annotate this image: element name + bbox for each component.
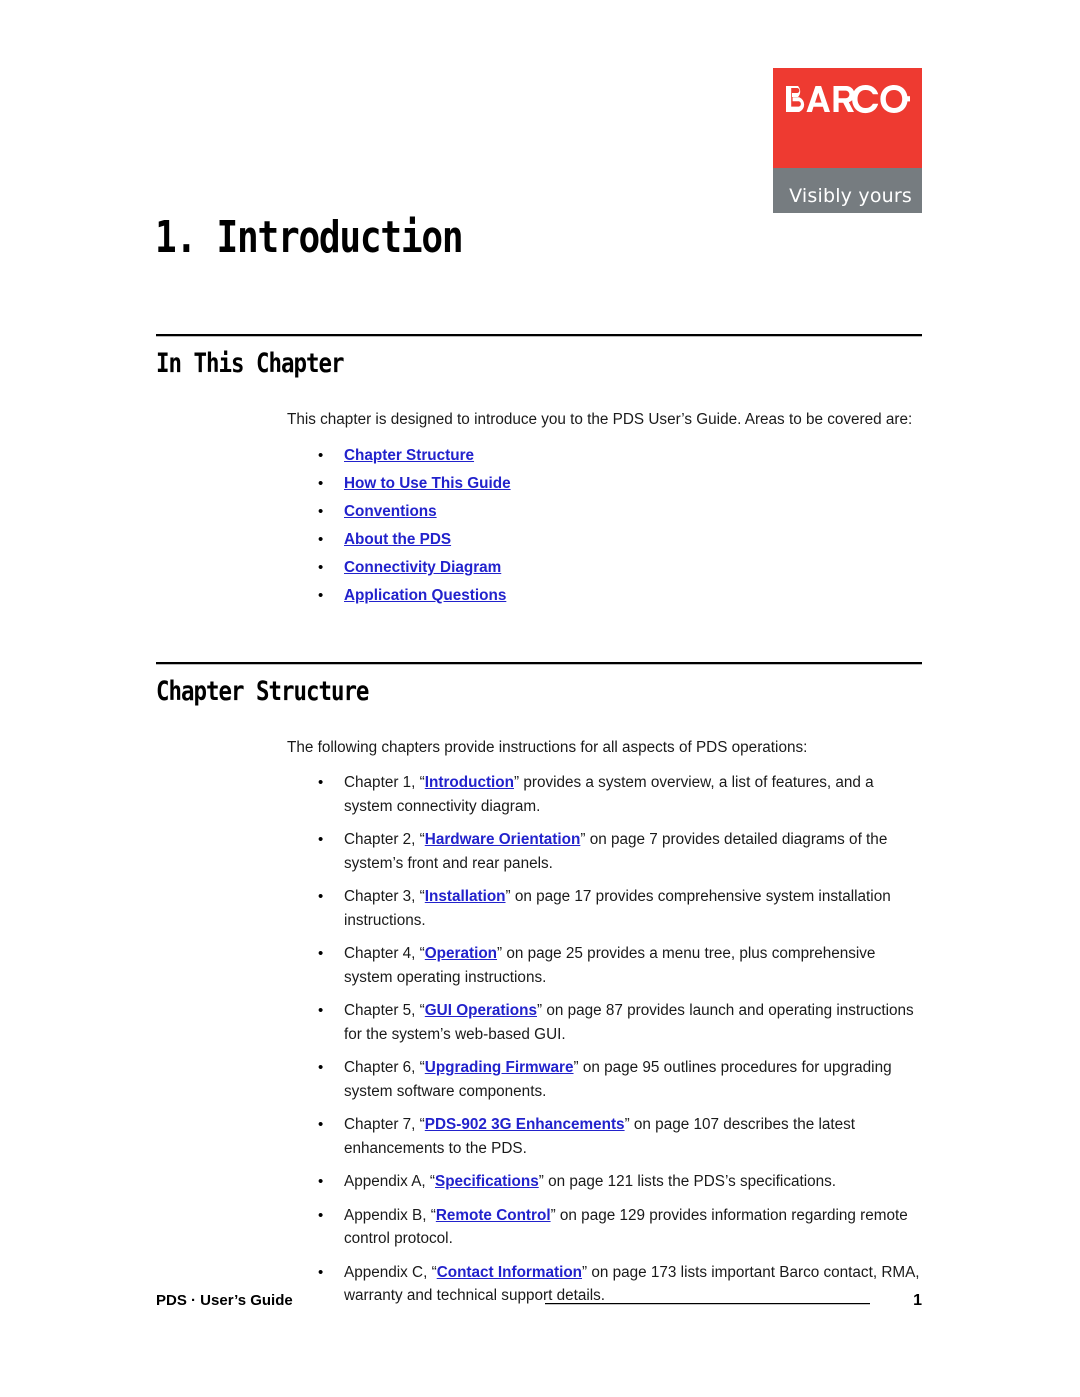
item-prefix: Chapter 5, “ (344, 1002, 425, 1019)
link-hardware-orientation[interactable]: Hardware Orientation (425, 831, 581, 848)
list-item[interactable]: Chapter 3, “Installation” on page 17 pro… (318, 885, 922, 932)
section-intro-paragraph: This chapter is designed to introduce yo… (287, 411, 913, 428)
list-item[interactable]: Application Questions (318, 582, 922, 610)
footer-document-title: PDS · User’s Guide (156, 1292, 293, 1309)
link-chapter-structure[interactable]: Chapter Structure (344, 447, 474, 464)
link-remote-control[interactable]: Remote Control (436, 1207, 551, 1224)
section-body: The following chapters provide instructi… (287, 737, 922, 1308)
link-operation[interactable]: Operation (425, 945, 497, 962)
list-item[interactable]: Chapter 1, “Introduction” provides a sys… (318, 771, 922, 818)
barco-logo: Visibly yours (773, 68, 922, 213)
list-item[interactable]: About the PDS (318, 526, 922, 554)
page-title: 1. Introduction (155, 212, 464, 263)
list-item[interactable]: Chapter 5, “GUI Operations” on page 87 p… (318, 999, 922, 1046)
link-about-the-pds[interactable]: About the PDS (344, 531, 451, 548)
item-prefix: Chapter 2, “ (344, 831, 425, 848)
list-item[interactable]: Chapter 2, “Hardware Orientation” on pag… (318, 828, 922, 875)
item-prefix: Appendix C, “ (344, 1263, 437, 1281)
logo-tagline: Visibly yours (789, 185, 912, 207)
chapter-structure-list: Chapter 1, “Introduction” provides a sys… (287, 771, 922, 1308)
section-intro-paragraph: The following chapters provide instructi… (287, 739, 808, 756)
item-prefix: Chapter 4, “ (344, 945, 425, 962)
link-how-to-use-this-guide[interactable]: How to Use This Guide (344, 475, 511, 492)
list-item[interactable]: How to Use This Guide (318, 470, 922, 498)
link-pds-902-3g-enhancements[interactable]: PDS-902 3G Enhancements (425, 1116, 625, 1133)
link-contact-information[interactable]: Contact Information (437, 1264, 582, 1281)
section-divider (156, 662, 922, 665)
item-prefix: Appendix A, “ (344, 1173, 435, 1190)
link-installation[interactable]: Installation (425, 888, 506, 905)
link-introduction[interactable]: Introduction (425, 774, 514, 791)
list-item[interactable]: Appendix A, “Specifications” on page 121… (318, 1170, 922, 1194)
link-conventions[interactable]: Conventions (344, 503, 437, 520)
link-connectivity-diagram[interactable]: Connectivity Diagram (344, 559, 501, 576)
chapter-link-list: Chapter Structure How to Use This Guide … (287, 442, 922, 610)
list-item[interactable]: Chapter Structure (318, 442, 922, 470)
item-prefix: Chapter 7, “ (344, 1116, 425, 1133)
link-application-questions[interactable]: Application Questions (344, 587, 506, 604)
list-item[interactable]: Conventions (318, 498, 922, 526)
logo-red-panel (773, 68, 922, 168)
section-heading: Chapter Structure (156, 676, 369, 707)
list-item[interactable]: Appendix B, “Remote Control” on page 129… (318, 1204, 922, 1251)
footer-divider (545, 1303, 870, 1305)
list-item[interactable]: Chapter 6, “Upgrading Firmware” on page … (318, 1056, 922, 1103)
footer-page-number: 1 (913, 1292, 922, 1309)
list-item[interactable]: Connectivity Diagram (318, 554, 922, 582)
item-prefix: Chapter 1, “ (344, 774, 425, 791)
link-gui-operations[interactable]: GUI Operations (425, 1002, 537, 1019)
section-heading: In This Chapter (156, 348, 344, 379)
item-suffix: ” on page 121 lists the PDS’s specificat… (538, 1173, 837, 1190)
page-footer: PDS · User’s Guide 1 (156, 1292, 922, 1316)
link-specifications[interactable]: Specifications (435, 1173, 539, 1190)
list-item[interactable]: Chapter 4, “Operation” on page 25 provid… (318, 942, 922, 989)
logo-gray-panel: Visibly yours (773, 168, 922, 213)
item-prefix: Chapter 6, “ (344, 1059, 425, 1076)
section-body: This chapter is designed to introduce yo… (287, 409, 922, 610)
item-prefix: Chapter 3, “ (344, 888, 425, 905)
list-item[interactable]: Chapter 7, “PDS-902 3G Enhancements” on … (318, 1113, 922, 1160)
item-prefix: Appendix B, “ (344, 1206, 436, 1224)
section-in-this-chapter: In This Chapter This chapter is designed… (156, 334, 922, 610)
barco-wordmark-icon (786, 85, 910, 114)
section-chapter-structure: Chapter Structure The following chapters… (156, 662, 922, 1318)
section-divider (156, 334, 922, 337)
link-upgrading-firmware[interactable]: Upgrading Firmware (425, 1059, 574, 1076)
